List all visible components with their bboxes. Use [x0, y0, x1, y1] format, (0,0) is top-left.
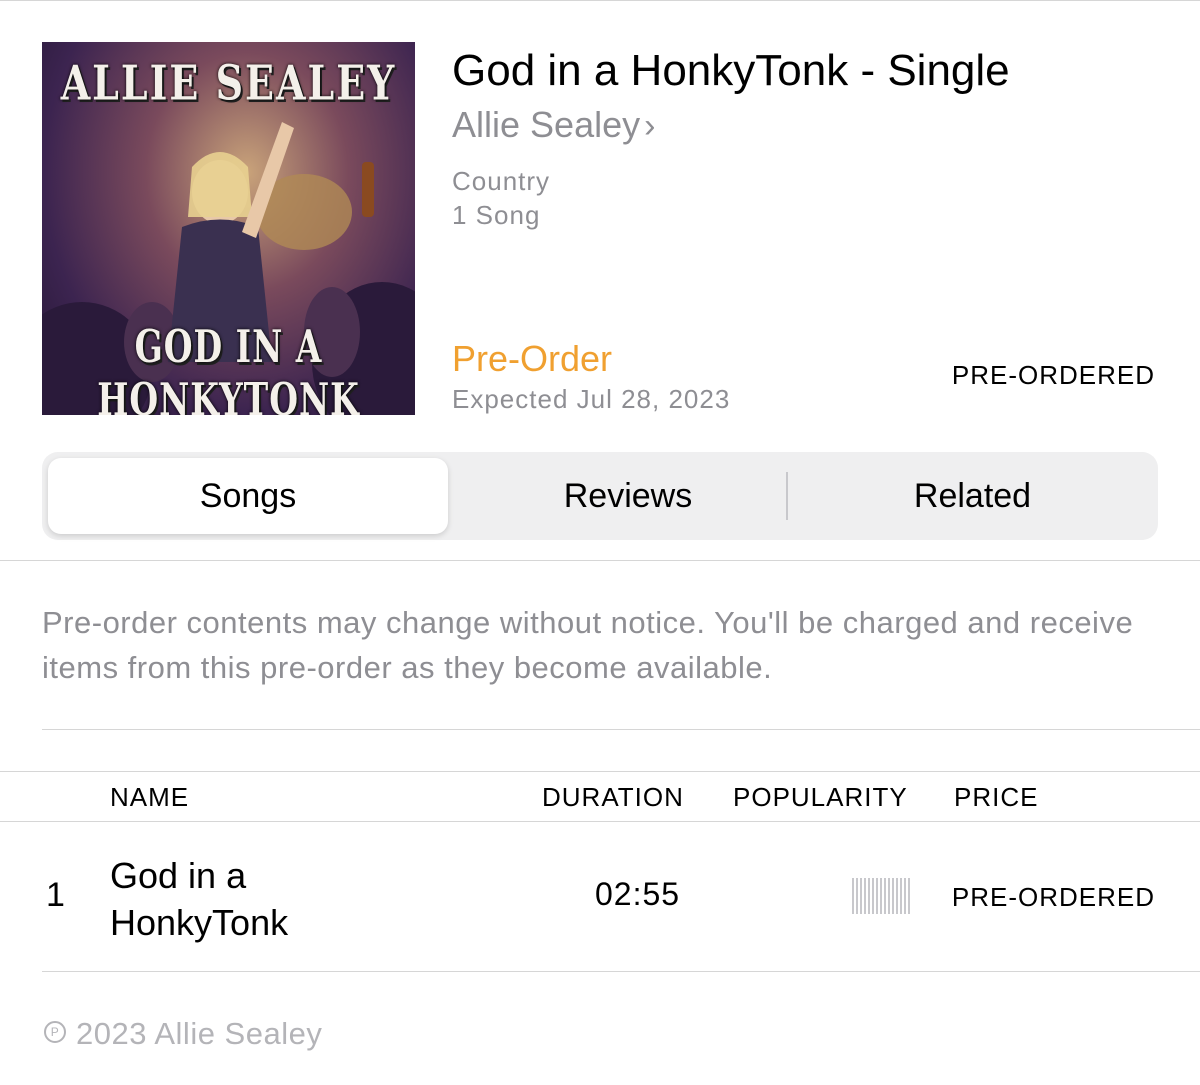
column-header-popularity[interactable]: POPULARITY	[733, 782, 908, 813]
preorder-notice: Pre-order contents may change without no…	[42, 605, 1134, 685]
track-price-status[interactable]: PRE-ORDERED	[952, 882, 1155, 913]
table-top-divider	[0, 771, 1200, 772]
segmented-control: Songs Reviews Related	[42, 452, 1158, 540]
artwork-top-text: ALLIE SEALEY	[60, 54, 397, 111]
artist-link[interactable]: Allie Sealey ›	[452, 104, 655, 146]
column-header-price[interactable]: PRICE	[954, 782, 1038, 813]
preordered-status-button[interactable]: PRE-ORDERED	[952, 360, 1155, 391]
tab-songs[interactable]: Songs	[48, 458, 448, 534]
notice-divider	[42, 729, 1200, 730]
artist-name: Allie Sealey	[452, 104, 641, 145]
genre-label: Country	[452, 166, 551, 196]
table-bottom-divider	[42, 971, 1200, 972]
preorder-label: Pre-Order	[452, 338, 613, 379]
song-count: 1 Song	[452, 200, 541, 230]
column-header-name[interactable]: NAME	[110, 782, 189, 813]
top-divider	[0, 0, 1200, 1]
track-duration: 02:55	[595, 876, 681, 912]
expected-date: Expected Jul 28, 2023	[452, 384, 731, 414]
tab-related[interactable]: Related	[787, 452, 1158, 540]
album-title: God in a HonkyTonk - Single	[452, 46, 1010, 95]
section-divider	[0, 560, 1200, 561]
artwork-bottom-text: GOD IN A HONKYTONK	[97, 320, 360, 415]
album-artwork[interactable]: ALLIE SEALEY GOD IN A HONKYTONK	[42, 42, 415, 415]
track-name: God in a HonkyTonk	[110, 855, 289, 943]
tab-reviews[interactable]: Reviews	[456, 452, 800, 540]
copyright-label: 2023 Allie Sealey	[76, 1016, 323, 1051]
phonogram-icon: P	[44, 1020, 66, 1043]
column-header-duration[interactable]: DURATION	[542, 782, 684, 813]
popularity-bars	[852, 878, 912, 914]
chevron-right-icon: ›	[644, 107, 656, 145]
table-header-divider	[0, 821, 1200, 822]
copyright-text: P 2023 Allie Sealey	[44, 1016, 322, 1052]
track-number: 1	[46, 876, 65, 914]
